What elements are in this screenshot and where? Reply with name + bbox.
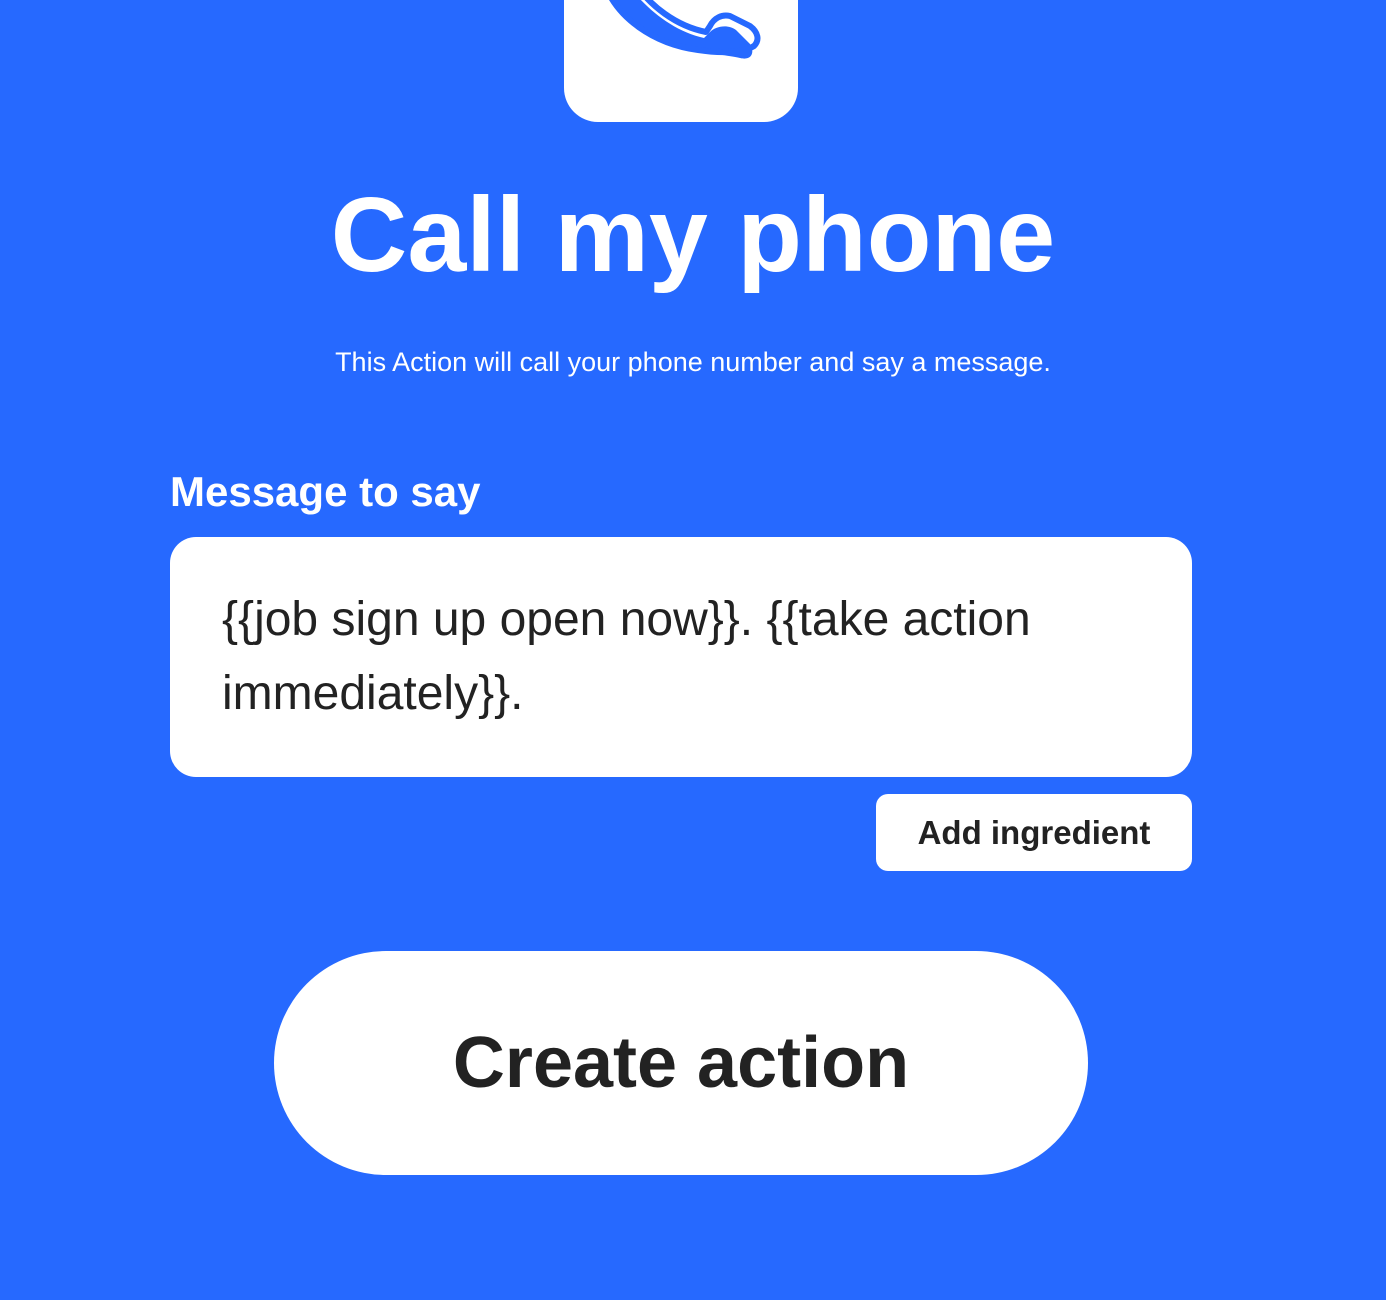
action-description: This Action will call your phone number … <box>335 347 1051 377</box>
message-field-label: Message to say <box>170 468 481 515</box>
app-icon-tile <box>564 0 798 122</box>
phone-icon <box>609 0 761 59</box>
message-input[interactable]: {{job sign up open now}}. {{take action … <box>170 537 1192 777</box>
page-title: Call my phone <box>330 176 1056 294</box>
add-ingredient-button[interactable]: Add ingredient <box>876 794 1192 871</box>
create-action-button[interactable]: Create action <box>274 951 1088 1175</box>
